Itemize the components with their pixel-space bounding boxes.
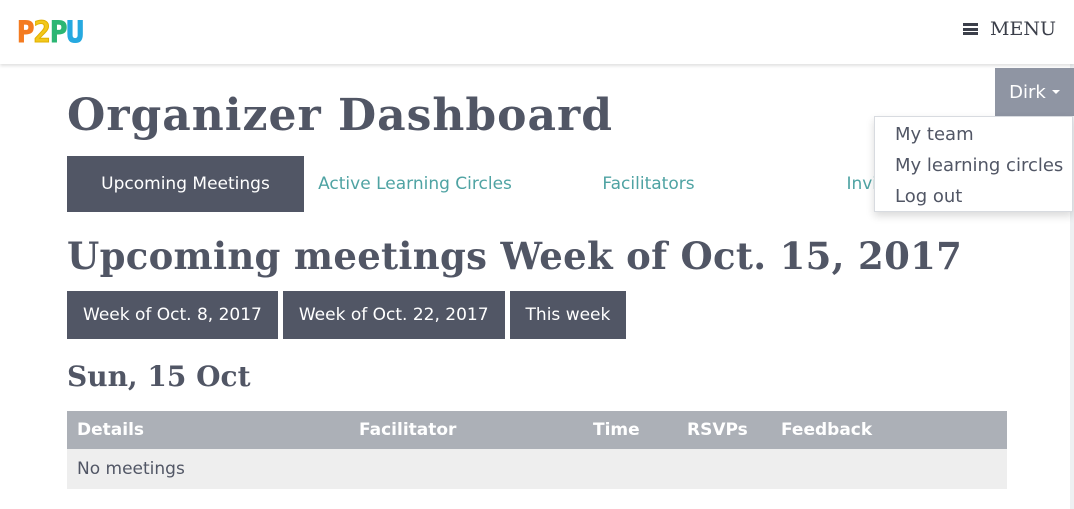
page-title: Organizer Dashboard (67, 90, 613, 141)
tab-active-learning-circles[interactable]: Active Learning Circles (304, 156, 526, 212)
user-dropdown-menu: My team My learning circles Log out (874, 116, 1073, 212)
tab-upcoming-meetings[interactable]: Upcoming Meetings (67, 156, 304, 212)
menu-item-log-out[interactable]: Log out (875, 181, 1072, 212)
table-row-empty: No meetings (67, 449, 1007, 489)
tab-facilitators[interactable]: Facilitators (526, 156, 771, 212)
p2pu-logo[interactable]: P2PU (16, 15, 85, 50)
week-heading: Upcoming meetings Week of Oct. 15, 2017 (67, 234, 963, 278)
menu-button[interactable]: MENU (963, 18, 1056, 40)
previous-week-button[interactable]: Week of Oct. 8, 2017 (67, 291, 278, 339)
user-name: Dirk (1009, 81, 1046, 103)
column-header-details: Details (77, 420, 145, 440)
week-navigation: Week of Oct. 8, 2017 Week of Oct. 22, 20… (67, 291, 631, 339)
next-week-button[interactable]: Week of Oct. 22, 2017 (282, 291, 505, 339)
logo-letter: P (49, 15, 68, 50)
dashboard-tabs: Upcoming Meetings Active Learning Circle… (67, 156, 1011, 212)
user-menu-button[interactable]: Dirk (995, 68, 1074, 116)
logo-letter: 2 (33, 15, 52, 50)
day-heading: Sun, 15 Oct (67, 360, 251, 393)
menu-item-my-learning-circles[interactable]: My learning circles (875, 150, 1072, 181)
hamburger-icon (963, 23, 979, 35)
meetings-table: Details Facilitator Time RSVPs Feedback … (67, 411, 1007, 489)
table-header: Details Facilitator Time RSVPs Feedback (67, 411, 1007, 449)
logo-letter: P (16, 15, 35, 50)
menu-item-my-team[interactable]: My team (875, 119, 1072, 150)
top-navbar: P2PU MENU (0, 0, 1074, 64)
caret-down-icon (1051, 90, 1060, 94)
column-header-feedback: Feedback (781, 420, 873, 440)
column-header-time: Time (593, 420, 640, 440)
logo-letter: U (66, 15, 85, 50)
menu-label: MENU (990, 18, 1056, 40)
column-header-rsvps: RSVPs (687, 420, 748, 440)
this-week-button[interactable]: This week (509, 291, 627, 339)
column-header-facilitator: Facilitator (359, 420, 457, 440)
